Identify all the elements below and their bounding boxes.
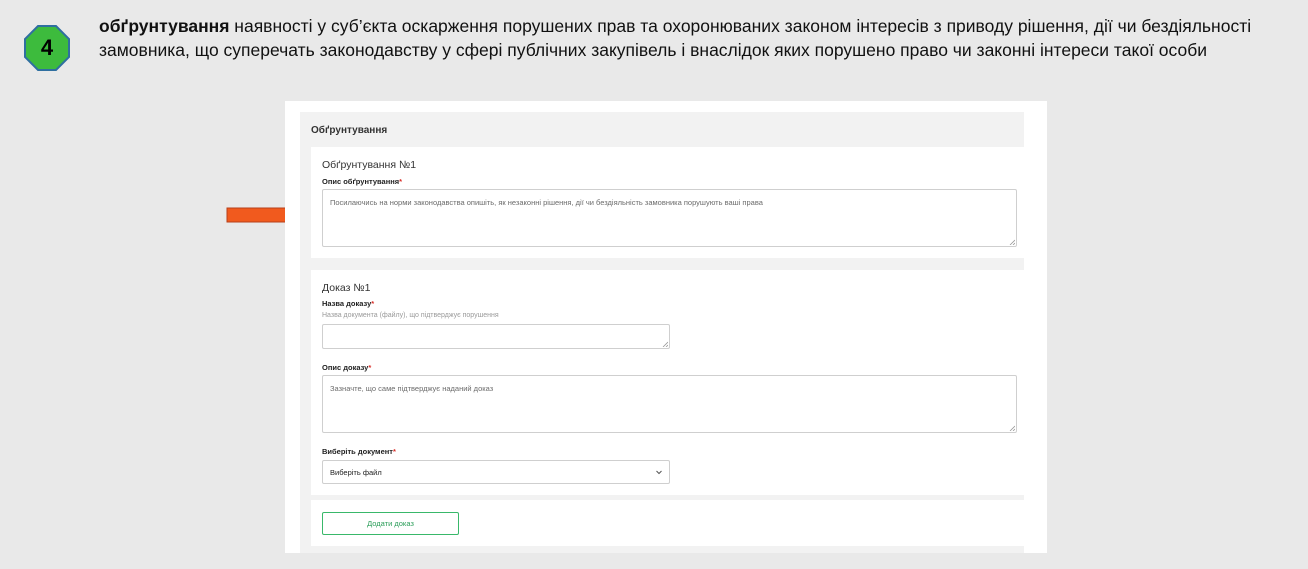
- justification-description-textarea[interactable]: Посилаючись на норми законодавства опиші…: [322, 189, 1017, 247]
- panel-title: Обґрунтування: [311, 125, 388, 136]
- evidence-name-input[interactable]: [322, 324, 670, 349]
- document-select[interactable]: Виберіть файл: [322, 460, 670, 484]
- chevron-down-icon: [656, 470, 662, 475]
- evidence-description-label: Опис доказу*: [322, 363, 372, 372]
- textarea-placeholder: Посилаючись на норми законодавства опиші…: [330, 198, 763, 207]
- resize-handle-icon[interactable]: [662, 341, 668, 347]
- add-evidence-button[interactable]: Додати доказ: [322, 512, 459, 535]
- document-select-label: Виберіть документ*: [322, 447, 396, 456]
- add-evidence-card: Додати доказ: [311, 500, 1028, 546]
- step-number: 4: [40, 35, 54, 60]
- required-mark: *: [371, 299, 375, 308]
- required-mark: *: [392, 447, 396, 456]
- evidence-name-hint: Назва документа (файлу), що підтверджує …: [322, 312, 499, 319]
- evidence-description-textarea[interactable]: Зазначте, що саме підтверджує наданий до…: [322, 375, 1017, 433]
- step-description: обґрунтування наявності у суб’єкта оскар…: [99, 14, 1269, 62]
- evidence-title: Доказ №1: [322, 282, 371, 294]
- justification-card: Обґрунтування №1 Опис обґрунтування* Пос…: [311, 147, 1028, 258]
- document-select-value: Виберіть файл: [330, 468, 382, 477]
- evidence-card: Доказ №1 Назва доказу* Назва документа (…: [311, 270, 1028, 495]
- justification-description-label: Опис обґрунтування*: [322, 177, 403, 186]
- form-screenshot: Обґрунтування Обґрунтування №1 Опис обґр…: [285, 101, 1047, 553]
- step-text: наявності у суб’єкта оскарження порушени…: [99, 16, 1252, 60]
- step-keyword: обґрунтування: [99, 16, 230, 36]
- step-badge: 4: [24, 25, 70, 71]
- evidence-name-label: Назва доказу*: [322, 299, 375, 308]
- justification-panel: Обґрунтування Обґрунтування №1 Опис обґр…: [300, 112, 1028, 553]
- required-mark: *: [399, 177, 403, 186]
- justification-title: Обґрунтування №1: [322, 159, 417, 171]
- required-mark: *: [368, 363, 372, 372]
- resize-handle-icon[interactable]: [1009, 425, 1015, 431]
- textarea-placeholder: Зазначте, що саме підтверджує наданий до…: [330, 384, 494, 393]
- resize-handle-icon[interactable]: [1009, 239, 1015, 245]
